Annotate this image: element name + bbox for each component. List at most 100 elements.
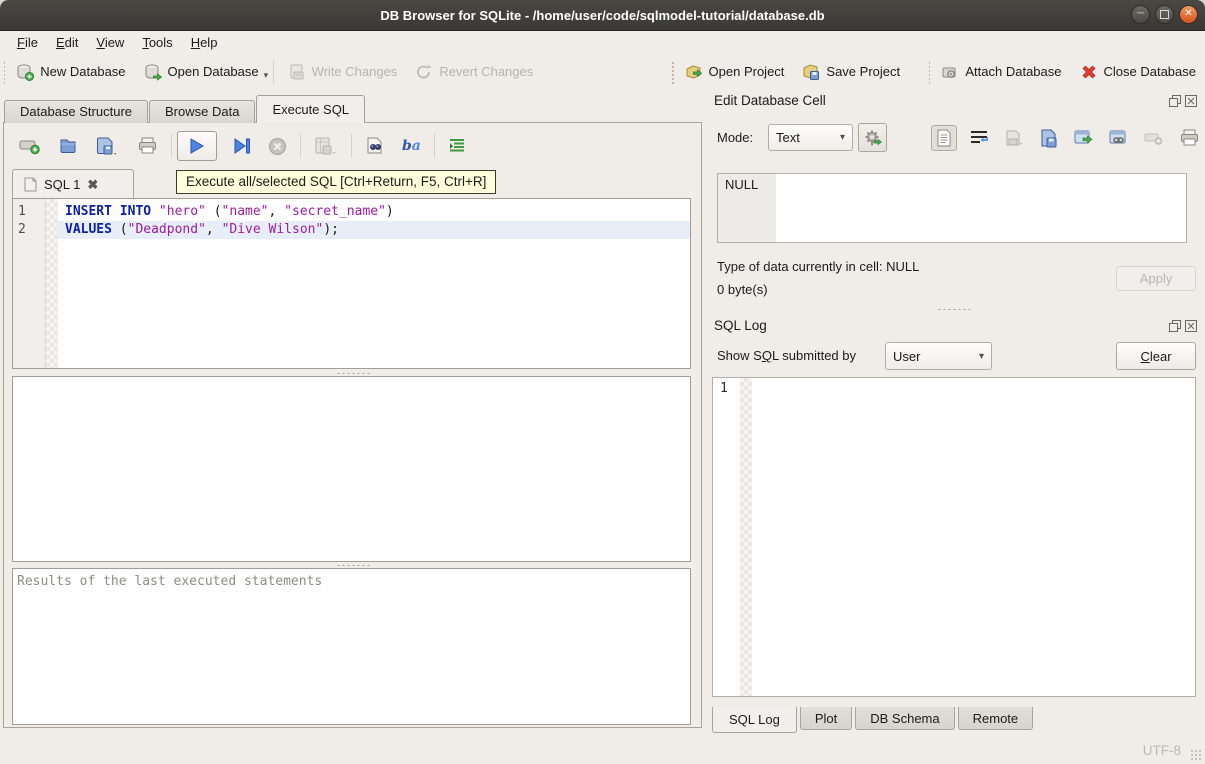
- tab-database-structure[interactable]: Database Structure: [4, 100, 148, 123]
- minimize-icon[interactable]: ─: [1131, 5, 1150, 24]
- app-window: DB Browser for SQLite - /home/user/code/…: [0, 0, 1205, 764]
- log-fold-margin: [740, 378, 752, 696]
- cell-size-info: 0 byte(s): [717, 282, 768, 297]
- encoding-status: UTF-8: [1143, 743, 1181, 758]
- open-external-button[interactable]: [1071, 125, 1097, 151]
- results-placeholder: Results of the last executed statements: [17, 574, 322, 589]
- open-sql-file-button[interactable]: [50, 133, 86, 159]
- float-dock-icon[interactable]: [1168, 94, 1181, 107]
- tab-plot[interactable]: Plot: [800, 707, 852, 730]
- toolbar-handle[interactable]: [2, 60, 5, 84]
- mode-select[interactable]: Text ▾: [768, 124, 853, 151]
- menu-file[interactable]: File: [8, 33, 47, 52]
- window-controls: ─ ✕: [1131, 5, 1198, 24]
- main-tab-bar: Database Structure Browse Data Execute S…: [4, 95, 366, 123]
- new-database-icon: [16, 63, 34, 81]
- toolbar-handle[interactable]: [927, 60, 930, 84]
- text-mode-button[interactable]: [931, 125, 957, 151]
- code-line-2: VALUES ("Deadpond", "Dive Wilson");: [58, 221, 690, 239]
- sql-log-filter-select[interactable]: User ▾: [885, 342, 992, 370]
- stop-button: [260, 134, 295, 159]
- cell-value-editor[interactable]: NULL: [717, 173, 1187, 243]
- execute-line-button[interactable]: [226, 135, 259, 157]
- set-null-button: [1141, 125, 1167, 151]
- sql-toolbar-separator: [434, 134, 435, 158]
- open-database-dropdown-icon[interactable]: ▾: [264, 70, 269, 81]
- find-replace-button[interactable]: ba: [394, 135, 429, 157]
- menu-help[interactable]: Help: [182, 33, 227, 52]
- menu-tools[interactable]: Tools: [133, 33, 181, 52]
- tab-sql-log[interactable]: SQL Log: [712, 707, 797, 733]
- close-icon[interactable]: ✕: [1179, 5, 1198, 24]
- open-project-icon: [685, 63, 703, 81]
- open-database-button[interactable]: Open Database: [135, 59, 268, 85]
- tab-remote[interactable]: Remote: [958, 707, 1034, 730]
- tab-execute-sql[interactable]: Execute SQL: [256, 95, 365, 123]
- new-sql-tab-button[interactable]: [11, 133, 49, 159]
- sql-log-view[interactable]: 1: [712, 377, 1196, 697]
- results-grid-panel: [12, 376, 691, 562]
- tab-db-schema[interactable]: DB Schema: [855, 707, 954, 730]
- results-message-panel: Results of the last executed statements: [12, 568, 691, 725]
- close-dock-icon[interactable]: [1184, 94, 1197, 107]
- cell-editor-toolbar: [931, 124, 1202, 152]
- save-project-icon: [802, 63, 820, 81]
- sql-editor[interactable]: 1 2 INSERT INTO "hero" ("name", "secret_…: [12, 198, 691, 369]
- sql-toolbar-separator: [171, 134, 172, 158]
- execute-all-button[interactable]: [177, 131, 217, 161]
- menu-edit[interactable]: Edit: [47, 33, 87, 52]
- find-button[interactable]: [357, 133, 393, 159]
- cell-value-area[interactable]: [776, 174, 1186, 242]
- code-line-1: INSERT INTO "hero" ("name", "secret_name…: [58, 203, 690, 221]
- menubar: File Edit View Tools Help: [0, 31, 1205, 53]
- log-line-number: 1: [713, 378, 740, 696]
- attach-database-icon: [941, 63, 959, 81]
- save-project-button[interactable]: Save Project: [793, 59, 909, 85]
- right-dock: Edit Database Cell Mode: Text ▾ NULL: [702, 90, 1205, 738]
- print-cell-button[interactable]: [1176, 125, 1202, 151]
- menu-view[interactable]: View: [87, 33, 133, 52]
- sql-document-tab[interactable]: SQL 1 ✖: [12, 169, 134, 199]
- revert-changes-button: Revert Changes: [406, 59, 542, 85]
- clear-log-button[interactable]: Clear: [1116, 342, 1196, 370]
- word-wrap-button[interactable]: [966, 125, 992, 151]
- write-changes-button: Write Changes: [279, 59, 407, 85]
- filter-value: User: [893, 349, 920, 364]
- format-sql-button[interactable]: [440, 135, 474, 157]
- chevron-down-icon: ▾: [832, 132, 845, 143]
- revert-changes-icon: [415, 63, 433, 81]
- open-project-button[interactable]: Open Project: [676, 59, 794, 85]
- cell-type-info: Type of data currently in cell: NULL: [717, 259, 919, 274]
- gear-arrow-icon: [863, 128, 883, 148]
- dock-splitter-handle[interactable]: [702, 306, 1205, 312]
- close-database-button[interactable]: Close Database: [1071, 59, 1205, 85]
- cell-null-label: NULL: [718, 174, 776, 242]
- line-number-gutter: 1 2: [13, 199, 46, 368]
- new-database-button[interactable]: New Database: [7, 59, 134, 85]
- save-results-button: [306, 133, 346, 159]
- mode-label: Mode:: [717, 130, 753, 145]
- close-database-icon: [1080, 63, 1098, 81]
- tab-browse-data[interactable]: Browse Data: [149, 100, 255, 123]
- sql-log-filter-label: Show SQL submitted by: [717, 348, 856, 363]
- window-title: DB Browser for SQLite - /home/user/code/…: [380, 8, 824, 23]
- print-button[interactable]: [129, 133, 166, 159]
- toolbar-handle[interactable]: [670, 60, 673, 84]
- code-area[interactable]: INSERT INTO "hero" ("name", "secret_name…: [58, 199, 690, 368]
- chevron-down-icon: ▾: [971, 351, 984, 362]
- main-toolbar: New Database Open Database ▾ Write Chang…: [0, 53, 1205, 90]
- edit-cell-header: Edit Database Cell: [714, 93, 1197, 108]
- float-dock-icon[interactable]: [1168, 319, 1181, 332]
- sql-toolbar: ba: [11, 128, 474, 164]
- attach-database-button[interactable]: Attach Database: [932, 59, 1070, 85]
- auto-apply-button[interactable]: [858, 123, 887, 152]
- export-data-button[interactable]: [1036, 125, 1062, 151]
- close-dock-icon[interactable]: [1184, 319, 1197, 332]
- close-tab-icon[interactable]: ✖: [87, 177, 98, 193]
- maximize-icon[interactable]: [1155, 5, 1174, 24]
- sql-log-header: SQL Log: [714, 318, 1197, 333]
- save-sql-file-button[interactable]: [87, 133, 128, 160]
- link-cell-button[interactable]: [1106, 125, 1132, 151]
- resize-grip[interactable]: [1190, 749, 1202, 761]
- sql-file-icon: [23, 177, 37, 193]
